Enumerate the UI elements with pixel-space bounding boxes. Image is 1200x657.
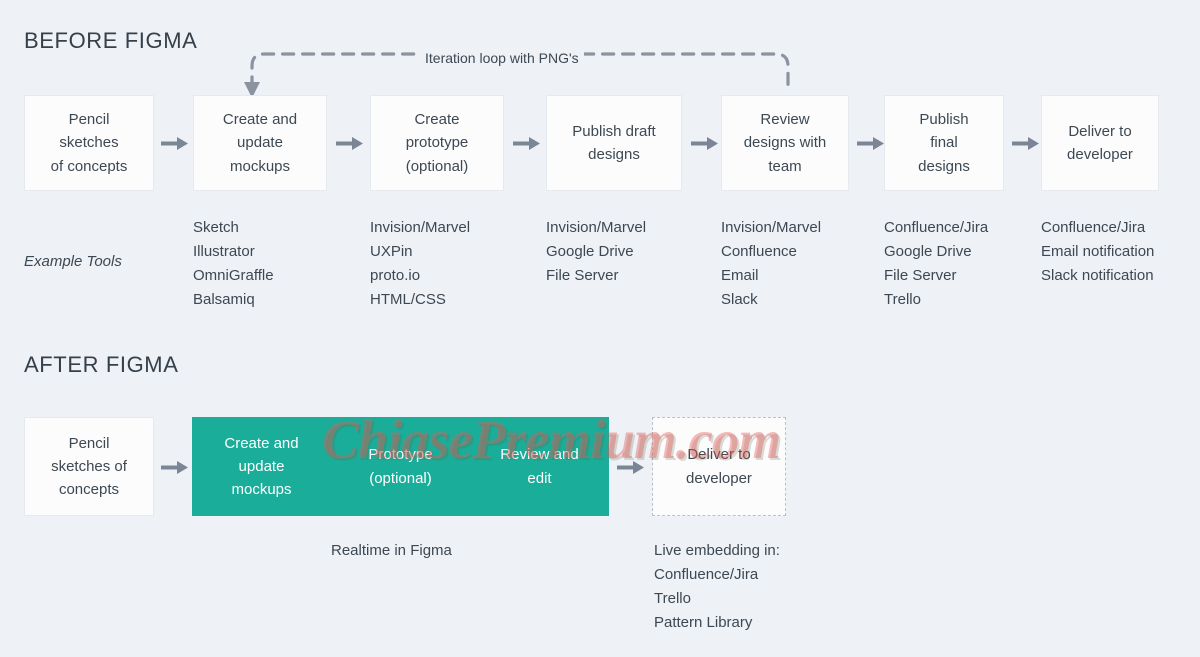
before-step-box-5[interactable]: Review designs with team [721, 95, 849, 191]
before-step-2-line-1: Create and [222, 111, 298, 129]
before-step-box-2[interactable]: Create and update mockups [193, 95, 327, 191]
iteration-loop-label: Iteration loop with PNG's [420, 50, 584, 66]
tools-list-step-5-item-3: Email [721, 267, 759, 284]
before-step-5-line-2: designs with [743, 134, 827, 152]
tools-list-step-2-item-4: Balsamiq [193, 291, 255, 308]
after-step-box-pencil[interactable]: Pencil sketches of concepts [24, 417, 154, 516]
after-step-box-deliver[interactable]: Deliver to developer [652, 417, 786, 516]
example-tools-label: Example Tools [24, 253, 122, 270]
before-step-3-line-3: (optional) [405, 157, 469, 175]
before-step-5-line-3: team [768, 157, 802, 175]
before-step-6-line-3: designs [918, 157, 970, 175]
tools-list-step-2-item-2: Illustrator [193, 243, 255, 260]
arrow-icon-3 [512, 133, 542, 153]
figma-realtime-caption: Realtime in Figma [331, 539, 452, 563]
figma-cell-3-line-1: Review and [500, 446, 579, 464]
tools-list-step-7-item-2: Email notification [1041, 243, 1155, 260]
before-step-box-4[interactable]: Publish draft designs [546, 95, 682, 191]
tools-list-step-3-item-3: proto.io [370, 267, 421, 284]
figma-cell-1-line-3: mockups [231, 481, 292, 499]
arrow-icon-6 [1011, 133, 1041, 153]
before-step-box-3[interactable]: Create prototype (optional) [370, 95, 504, 191]
before-step-1-line-2: sketches [59, 134, 119, 152]
after-pencil-line-1: Pencil [68, 434, 110, 452]
before-step-6-line-1: Publish [919, 111, 969, 129]
tools-list-step-6-item-4: Trello [884, 291, 921, 308]
after-figma-heading: AFTER FIGMA [24, 352, 179, 377]
live-embedding-line-3: Trello [654, 590, 691, 607]
figma-cell-2-line-2: (optional) [369, 469, 432, 487]
before-step-box-6[interactable]: Publish final designs [884, 95, 1004, 191]
tools-list-step-7: Confluence/Jira Email notification Slack… [1041, 216, 1154, 288]
after-deliver-line-2: developer [686, 469, 752, 487]
before-step-2-line-2: update [237, 134, 283, 152]
before-step-7-line-2: developer [1067, 146, 1133, 163]
before-step-1-line-1: Pencil [68, 111, 110, 129]
before-step-4-line-2: designs [588, 146, 640, 163]
before-step-1-line-3: of concepts [50, 157, 128, 175]
tools-list-step-7-item-3: Slack notification [1041, 267, 1154, 284]
tools-list-step-6-item-1: Confluence/Jira [884, 219, 989, 236]
live-embedding-caption: Live embedding in: Confluence/Jira Trell… [654, 539, 780, 635]
arrow-icon-4 [690, 133, 720, 153]
before-step-6-line-2: final [930, 134, 958, 152]
tools-list-step-5-item-2: Confluence [721, 243, 797, 260]
tools-list-step-6: Confluence/Jira Google Drive File Server… [884, 216, 988, 312]
diagram-canvas: BEFORE FIGMA Iteration loop with PNG's P… [0, 0, 1200, 657]
tools-list-step-5-item-4: Slack [721, 291, 758, 308]
tools-list-step-3-item-2: UXPin [370, 243, 413, 260]
live-embedding-line-1: Live embedding in: [654, 542, 780, 559]
figma-cell-2-line-1: Prototype [368, 446, 433, 464]
figma-cell-prototype: Prototype (optional) [331, 443, 470, 490]
tools-list-step-3: Invision/Marvel UXPin proto.io HTML/CSS [370, 216, 470, 312]
before-step-3-line-2: prototype [405, 134, 469, 152]
figma-cell-mockups: Create and update mockups [192, 432, 331, 502]
tools-list-step-5-item-1: Invision/Marvel [721, 219, 822, 236]
figma-cell-review: Review and edit [470, 443, 609, 490]
after-deliver-line-1: Deliver to [687, 446, 751, 464]
tools-list-step-5: Invision/Marvel Confluence Email Slack [721, 216, 821, 312]
after-pencil-line-2: sketches of [51, 457, 127, 475]
tools-list-step-6-item-3: File Server [884, 267, 957, 284]
tools-list-step-4-item-2: Google Drive [546, 243, 634, 260]
before-step-7-line-1: Deliver to [1068, 122, 1132, 140]
before-figma-heading: BEFORE FIGMA [24, 28, 198, 53]
before-step-5-line-1: Review [760, 111, 810, 129]
tools-list-step-3-item-4: HTML/CSS [370, 291, 446, 308]
figma-realtime-caption-line-1: Realtime in Figma [331, 542, 452, 559]
after-pencil-line-3: concepts [58, 481, 120, 499]
tools-list-step-3-item-1: Invision/Marvel [370, 219, 471, 236]
tools-list-step-2-item-3: OmniGraffle [193, 267, 274, 284]
arrow-icon-5 [856, 133, 886, 153]
before-step-box-1[interactable]: Pencil sketches of concepts [24, 95, 154, 191]
figma-cell-1-line-1: Create and [224, 434, 299, 452]
live-embedding-line-4: Pattern Library [654, 614, 753, 631]
tools-list-step-4-item-3: File Server [546, 267, 619, 284]
arrow-icon-1 [160, 133, 190, 153]
before-step-4-line-1: Publish draft [572, 122, 656, 140]
tools-list-step-6-item-2: Google Drive [884, 243, 972, 260]
live-embedding-line-2: Confluence/Jira [654, 566, 759, 583]
arrow-icon-after-1 [160, 457, 190, 477]
figma-combined-box[interactable]: Create and update mockups Prototype (opt… [192, 417, 609, 516]
before-step-3-line-1: Create [414, 111, 460, 129]
tools-list-step-4: Invision/Marvel Google Drive File Server [546, 216, 646, 288]
tools-list-step-4-item-1: Invision/Marvel [546, 219, 647, 236]
figma-cell-1-line-2: update [238, 457, 285, 475]
before-step-2-line-3: mockups [229, 157, 291, 175]
tools-list-step-2: Sketch Illustrator OmniGraffle Balsamiq [193, 216, 274, 312]
tools-list-step-2-item-1: Sketch [193, 219, 239, 236]
before-step-box-7[interactable]: Deliver to developer [1041, 95, 1159, 191]
arrow-icon-after-2 [616, 457, 646, 477]
tools-list-step-7-item-1: Confluence/Jira [1041, 219, 1146, 236]
figma-cell-3-line-2: edit [527, 469, 552, 487]
arrow-icon-2 [335, 133, 365, 153]
